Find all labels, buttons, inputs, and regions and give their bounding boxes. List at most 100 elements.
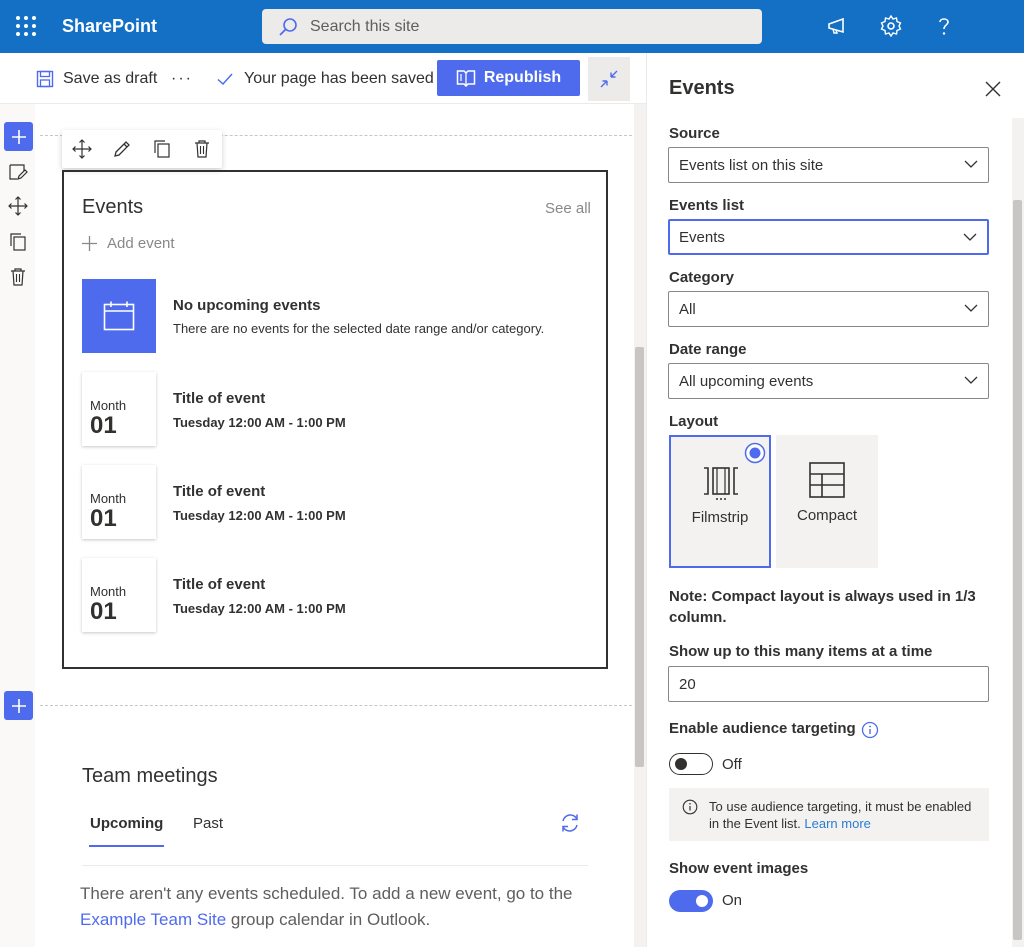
chevron-down-icon <box>963 232 977 242</box>
event-time: Tuesday 12:00 AM - 1:00 PM <box>173 601 346 616</box>
show-event-images-state: On <box>722 892 743 909</box>
items-count-label: Show up to this many items at a time <box>669 643 933 660</box>
items-count-input[interactable] <box>668 666 989 702</box>
category-dropdown[interactable]: All <box>668 291 989 327</box>
move-webpart-icon[interactable] <box>72 139 92 159</box>
layout-option-filmstrip[interactable]: Filmstrip <box>669 435 771 568</box>
toggle-knob <box>696 895 708 907</box>
message-text-before: There aren't any events scheduled. To ad… <box>80 884 573 903</box>
save-as-draft-button[interactable]: Save as draft <box>36 53 157 104</box>
events-list-label: Events list <box>669 197 745 214</box>
event-day: 01 <box>90 412 117 439</box>
source-value: Events list on this site <box>679 156 824 174</box>
tab-past[interactable]: Past <box>193 815 223 832</box>
duplicate-webpart-icon[interactable] <box>152 139 172 159</box>
search-icon <box>278 17 298 37</box>
event-title[interactable]: Title of event <box>173 390 265 407</box>
audience-targeting-state: Off <box>722 756 742 773</box>
event-date-card[interactable]: Month 01 <box>82 558 156 632</box>
edit-webpart-pencil-icon[interactable] <box>112 139 132 159</box>
tabs-divider <box>82 865 588 866</box>
date-range-dropdown[interactable]: All upcoming events <box>668 363 989 399</box>
filmstrip-icon <box>702 463 740 501</box>
layout-note: Note: Compact layout is always used in 1… <box>669 588 976 626</box>
source-dropdown[interactable]: Events list on this site <box>668 147 989 183</box>
radio-selected-icon <box>744 442 766 464</box>
no-events-subtitle: There are no events for the selected dat… <box>173 321 545 336</box>
team-meetings-message: There aren't any events scheduled. To ad… <box>80 881 600 933</box>
tab-upcoming[interactable]: Upcoming <box>90 815 163 832</box>
filmstrip-label: Filmstrip <box>691 509 749 526</box>
move-section-icon[interactable] <box>8 196 28 216</box>
compact-label: Compact <box>796 507 858 524</box>
help-icon[interactable] <box>932 14 956 38</box>
collapse-pane-button[interactable] <box>588 57 630 101</box>
settings-gear-icon[interactable] <box>879 14 903 38</box>
add-section-button-bottom[interactable] <box>4 691 33 720</box>
source-label: Source <box>669 125 720 142</box>
republish-button[interactable]: Republish <box>437 60 580 96</box>
more-options-button[interactable]: ··· <box>171 53 193 104</box>
add-event-button[interactable]: Add event <box>82 235 175 252</box>
audience-targeting-toggle[interactable] <box>669 753 713 775</box>
team-site-link[interactable]: Example Team Site <box>80 910 226 929</box>
show-event-images-label: Show event images <box>669 860 809 877</box>
info-icon[interactable] <box>861 721 879 739</box>
close-icon[interactable] <box>984 80 1002 98</box>
event-day: 01 <box>90 598 117 625</box>
chevron-down-icon <box>964 159 978 169</box>
event-title[interactable]: Title of event <box>173 576 265 593</box>
search-input[interactable] <box>310 9 750 44</box>
event-time: Tuesday 12:00 AM - 1:00 PM <box>173 415 346 430</box>
republish-label: Republish <box>483 69 562 86</box>
events-webpart-title: Events <box>82 196 144 218</box>
megaphone-icon[interactable] <box>826 14 850 38</box>
category-label: Category <box>669 269 735 286</box>
canvas-scrollbar-thumb[interactable] <box>635 347 644 767</box>
edit-section-icon[interactable] <box>8 162 28 182</box>
category-value: All <box>679 300 696 318</box>
saved-status: Your page has been saved <box>216 53 434 104</box>
chevron-down-icon <box>964 303 978 313</box>
event-title[interactable]: Title of event <box>173 483 265 500</box>
layout-label: Layout <box>669 413 719 430</box>
canvas-scrollbar[interactable] <box>634 104 646 947</box>
team-meetings-title: Team meetings <box>82 765 218 787</box>
app-launcher-icon[interactable] <box>14 14 38 38</box>
events-list-value: Events <box>679 228 725 246</box>
chevron-down-icon <box>964 375 978 385</box>
no-events-calendar-tile <box>82 279 156 353</box>
event-date-card[interactable]: Month 01 <box>82 372 156 446</box>
see-all-link[interactable]: See all <box>545 200 591 217</box>
saved-status-text: Your page has been saved <box>244 69 434 87</box>
duplicate-section-icon[interactable] <box>8 232 28 252</box>
webpart-toolbar <box>62 130 222 168</box>
pane-title: Events <box>669 77 735 99</box>
learn-more-link[interactable]: Learn more <box>804 816 870 831</box>
refresh-icon[interactable] <box>559 812 581 834</box>
layout-option-compact[interactable]: Compact <box>776 435 878 568</box>
event-day: 01 <box>90 505 117 532</box>
events-list-dropdown[interactable]: Events <box>668 219 989 255</box>
event-month: Month <box>90 584 127 599</box>
plus-icon <box>11 129 27 145</box>
search-box[interactable] <box>262 9 762 44</box>
calendar-icon <box>103 301 135 331</box>
delete-section-icon[interactable] <box>8 267 28 287</box>
message-text-after: group calendar in Outlook. <box>226 910 431 929</box>
date-range-label: Date range <box>669 341 747 358</box>
event-date-card[interactable]: Month 01 <box>82 465 156 539</box>
brand-name[interactable]: SharePoint <box>62 16 157 37</box>
section-divider-bottom <box>40 705 632 706</box>
delete-webpart-icon[interactable] <box>192 139 212 159</box>
plus-icon <box>11 698 27 714</box>
toggle-knob <box>675 758 687 770</box>
audience-info-text: To use audience targeting, it must be en… <box>709 798 979 832</box>
event-month: Month <box>90 398 127 413</box>
add-section-button-top[interactable] <box>4 122 33 151</box>
show-event-images-toggle[interactable] <box>669 890 713 912</box>
pane-scrollbar[interactable] <box>1012 118 1024 947</box>
plus-icon <box>82 236 97 251</box>
pane-scrollbar-thumb[interactable] <box>1013 200 1022 940</box>
info-circle-icon <box>682 799 698 815</box>
